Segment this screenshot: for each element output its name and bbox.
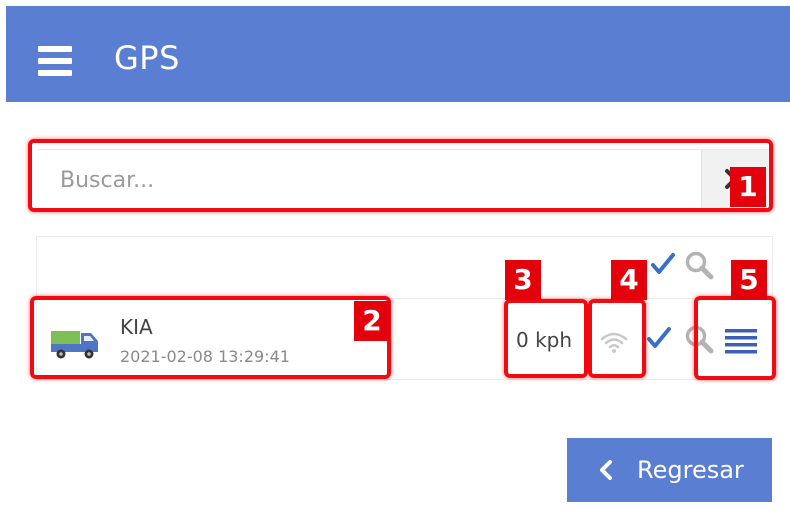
checkmark-icon[interactable]	[647, 326, 671, 350]
back-button[interactable]: Regresar	[567, 438, 772, 502]
divider	[36, 298, 773, 299]
chevron-left-icon	[600, 460, 612, 480]
hamburger-icon[interactable]	[38, 46, 72, 80]
search-icon[interactable]	[684, 324, 714, 354]
truck-icon	[51, 331, 98, 359]
back-button-label: Regresar	[637, 456, 744, 484]
search-input[interactable]	[38, 150, 692, 210]
vehicle-name: KIA	[120, 315, 153, 339]
page-title: GPS	[114, 39, 180, 77]
callout-badge-1: 1	[730, 167, 766, 207]
callout-badge-3: 3	[505, 260, 541, 300]
search-bar	[38, 149, 772, 210]
callout-badge-5: 5	[731, 260, 767, 300]
vehicle-speed: 0 kph	[516, 328, 573, 352]
callout-badge-2: 2	[354, 301, 390, 341]
search-icon[interactable]	[684, 250, 714, 280]
wifi-icon	[600, 332, 628, 353]
checkmark-icon[interactable]	[651, 253, 675, 275]
list-icon[interactable]	[725, 328, 757, 354]
app-header: GPS	[6, 6, 790, 102]
callout-badge-4: 4	[611, 260, 647, 300]
vehicle-timestamp: 2021-02-08 13:29:41	[120, 347, 290, 366]
